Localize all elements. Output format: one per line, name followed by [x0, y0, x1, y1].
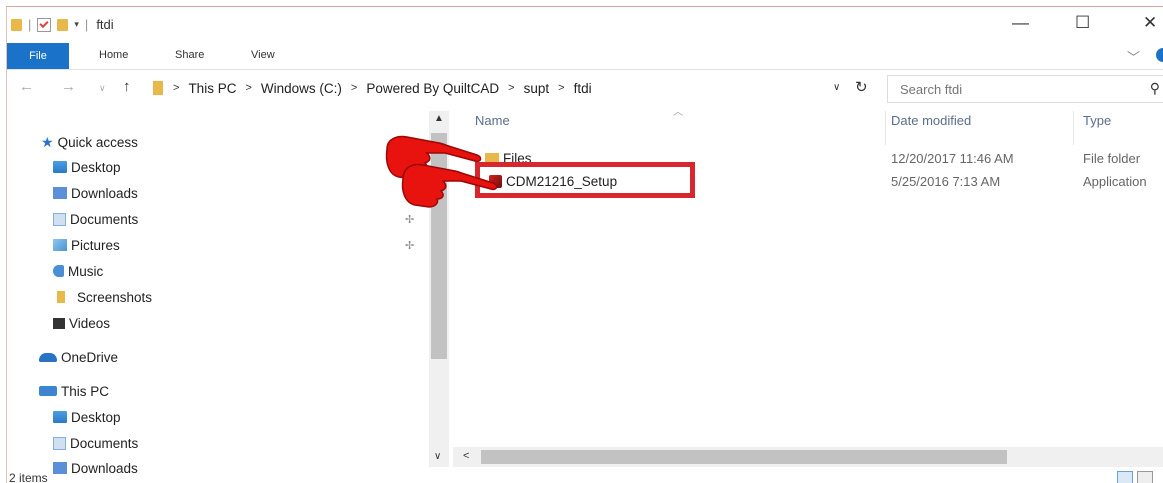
nav-onedrive[interactable]: OneDrive: [39, 346, 118, 368]
nav-item-label: Quick access: [57, 134, 138, 150]
nav-item-videos[interactable]: Videos: [53, 312, 110, 334]
file-list: ︿ Name Date modified Type Files 12/20/20…: [453, 107, 1163, 447]
up-button[interactable]: ↑: [123, 78, 131, 95]
this-pc-icon: [39, 386, 57, 396]
highlight-box: [475, 162, 695, 198]
nav-this-pc[interactable]: This PC: [39, 380, 109, 402]
nav-item-label: This PC: [61, 383, 110, 399]
address-bar[interactable]: > This PC > Windows (C:) > Powered By Qu…: [153, 76, 853, 100]
nav-item-label: Desktop: [71, 409, 121, 425]
pin-icon[interactable]: ✢: [405, 239, 414, 252]
breadcrumb-windows-c[interactable]: Windows (C:): [261, 81, 342, 96]
file-list-horizontal-scrollbar[interactable]: <: [453, 447, 1163, 467]
scrollbar-thumb[interactable]: [481, 450, 1007, 464]
nav-item-label: OneDrive: [61, 349, 119, 365]
new-folder-icon[interactable]: [57, 18, 69, 31]
column-header-name[interactable]: Name: [475, 113, 510, 128]
column-header-date-modified[interactable]: Date modified: [891, 113, 971, 128]
navigation-pane: ★ Quick access Desktop Downloads Documen…: [7, 117, 421, 476]
maximize-button[interactable]: ☐: [1075, 13, 1090, 33]
nav-item-downloads[interactable]: Downloads: [53, 182, 138, 204]
scroll-down-icon[interactable]: ∨: [434, 451, 441, 462]
scroll-left-icon[interactable]: <: [463, 450, 469, 462]
documents-folder-icon: [53, 212, 66, 226]
file-type: File folder: [1083, 151, 1141, 166]
search-icon[interactable]: ⚲: [1150, 80, 1160, 97]
details-view-button[interactable]: [1117, 471, 1133, 483]
properties-icon[interactable]: [37, 17, 52, 32]
nav-item-music[interactable]: Music: [53, 260, 103, 282]
nav-item-documents[interactable]: Documents: [53, 208, 138, 230]
chevron-right-icon[interactable]: >: [173, 82, 179, 94]
search-box[interactable]: ⚲: [887, 75, 1163, 103]
documents-folder-icon: [53, 436, 66, 450]
customize-dropdown-icon[interactable]: ▾: [74, 19, 79, 30]
nav-item-pictures[interactable]: Pictures: [53, 234, 120, 256]
star-icon: ★: [41, 133, 54, 150]
breadcrumb-ftdi[interactable]: ftdi: [574, 81, 592, 96]
tab-home[interactable]: Home: [99, 49, 128, 61]
minimize-button[interactable]: —: [1012, 13, 1029, 33]
desktop-folder-icon: [53, 161, 67, 173]
title-bar: | ▾ | ftdi — ☐ ✕: [7, 7, 1163, 41]
nav-item-pc-documents[interactable]: Documents: [53, 432, 138, 454]
ribbon: File Home Share View ﹀: [7, 43, 1163, 70]
tab-view[interactable]: View: [251, 49, 275, 61]
breadcrumb-powered-by-quiltcad[interactable]: Powered By QuiltCAD: [366, 81, 499, 96]
chevron-right-icon[interactable]: >: [351, 82, 357, 94]
nav-item-label: Desktop: [71, 159, 121, 175]
window-title: ftdi: [96, 17, 114, 32]
tab-file[interactable]: File: [7, 43, 69, 69]
status-bar: 2 items: [7, 469, 1163, 483]
large-icons-view-button[interactable]: [1137, 471, 1153, 483]
quick-access-toolbar: | ▾ | ftdi: [11, 17, 114, 32]
nav-item-screenshots[interactable]: Screenshots: [57, 286, 152, 308]
videos-folder-icon: [53, 317, 65, 329]
folder-icon: [153, 81, 163, 95]
nav-item-label: Pictures: [71, 237, 120, 253]
expand-ribbon-icon[interactable]: ﹀: [1127, 47, 1140, 66]
nav-item-label: Music: [68, 263, 104, 279]
file-date-modified: 5/25/2016 7:13 AM: [891, 174, 1001, 189]
recent-locations-icon[interactable]: ∨: [99, 83, 106, 94]
tab-share[interactable]: Share: [175, 49, 204, 61]
sort-ascending-icon: ︿: [673, 107, 683, 118]
screenshots-folder-icon: [57, 291, 65, 303]
address-row: ← → ∨ ↑ > This PC > Windows (C:) > Power…: [7, 73, 1163, 103]
breadcrumb-this-pc[interactable]: This PC: [188, 81, 236, 96]
back-button[interactable]: ←: [19, 78, 34, 95]
nav-item-label: Downloads: [71, 185, 138, 201]
nav-item-pc-desktop[interactable]: Desktop: [53, 406, 121, 428]
forward-button[interactable]: →: [61, 78, 76, 95]
nav-item-label: Videos: [69, 315, 111, 331]
pictures-folder-icon: [53, 239, 67, 251]
explorer-window: | ▾ | ftdi — ☐ ✕ File Home Share View ﹀ …: [6, 6, 1163, 483]
breadcrumb-supt[interactable]: supt: [524, 81, 550, 96]
file-type: Application: [1083, 174, 1147, 189]
column-header-type[interactable]: Type: [1083, 113, 1111, 128]
onedrive-cloud-icon: [39, 352, 57, 362]
nav-item-label: Documents: [70, 211, 139, 227]
chevron-right-icon[interactable]: >: [245, 82, 251, 94]
scroll-up-icon[interactable]: ▲: [434, 113, 444, 124]
chevron-right-icon[interactable]: >: [558, 82, 564, 94]
refresh-icon[interactable]: ↻: [855, 78, 868, 96]
pointing-hand-icon: [401, 163, 498, 208]
nav-item-desktop[interactable]: Desktop: [53, 156, 121, 178]
item-count: 2 items: [9, 471, 48, 483]
file-date-modified: 12/20/2017 11:46 AM: [891, 151, 1014, 166]
downloads-folder-icon: [53, 187, 67, 199]
help-icon[interactable]: [1156, 48, 1163, 62]
search-input[interactable]: [898, 80, 1122, 98]
close-button[interactable]: ✕: [1143, 13, 1157, 33]
nav-item-label: Screenshots: [77, 289, 153, 305]
folder-icon: [11, 18, 22, 31]
nav-quick-access[interactable]: ★ Quick access: [41, 131, 138, 153]
address-history-dropdown-icon[interactable]: ∨: [833, 82, 840, 93]
music-folder-icon: [53, 265, 64, 277]
nav-item-label: Documents: [70, 435, 139, 451]
chevron-right-icon[interactable]: >: [508, 82, 514, 94]
desktop-folder-icon: [53, 411, 67, 423]
